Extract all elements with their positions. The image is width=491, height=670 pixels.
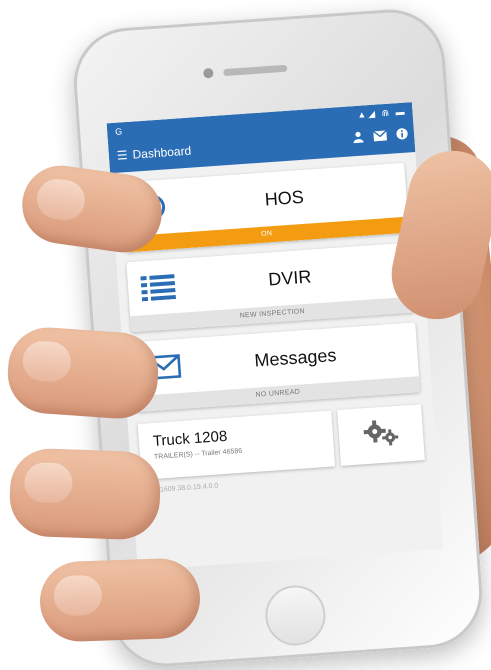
person-icon[interactable]: [352, 131, 365, 147]
hos-card[interactable]: HOS ON: [120, 162, 409, 253]
dvir-card[interactable]: DVIR NEW INSPECTION: [126, 242, 415, 333]
finger: [38, 557, 202, 643]
messages-title: Messages: [253, 344, 338, 371]
status-right: ▲◢ ⋒ ▬: [356, 106, 407, 120]
settings-button[interactable]: [337, 404, 425, 466]
status-left: G: [114, 126, 123, 137]
info-icon[interactable]: [396, 127, 409, 143]
page-title: Dashboard: [132, 143, 192, 162]
truck-card[interactable]: Truck 1208 TRAILER(S) -- Trailer 46586: [137, 410, 336, 480]
mail-icon[interactable]: [372, 129, 388, 145]
photo-stage: G ▲◢ ⋒ ▬ ☰ Dashboard HOS ON DVIR NEW INS…: [0, 0, 491, 670]
speaker: [223, 64, 288, 77]
finger: [8, 447, 162, 541]
home-button[interactable]: [263, 583, 328, 648]
hos-title: HOS: [264, 186, 305, 210]
camera: [203, 67, 214, 79]
dvir-title: DVIR: [267, 266, 312, 290]
app-bar: G ▲◢ ⋒ ▬ ☰ Dashboard: [106, 102, 416, 174]
messages-card[interactable]: Messages NO UNREAD: [131, 322, 421, 413]
menu-icon[interactable]: ☰: [116, 148, 128, 163]
gears-icon: [362, 416, 400, 453]
list-icon: [127, 272, 189, 302]
finger: [5, 324, 161, 422]
